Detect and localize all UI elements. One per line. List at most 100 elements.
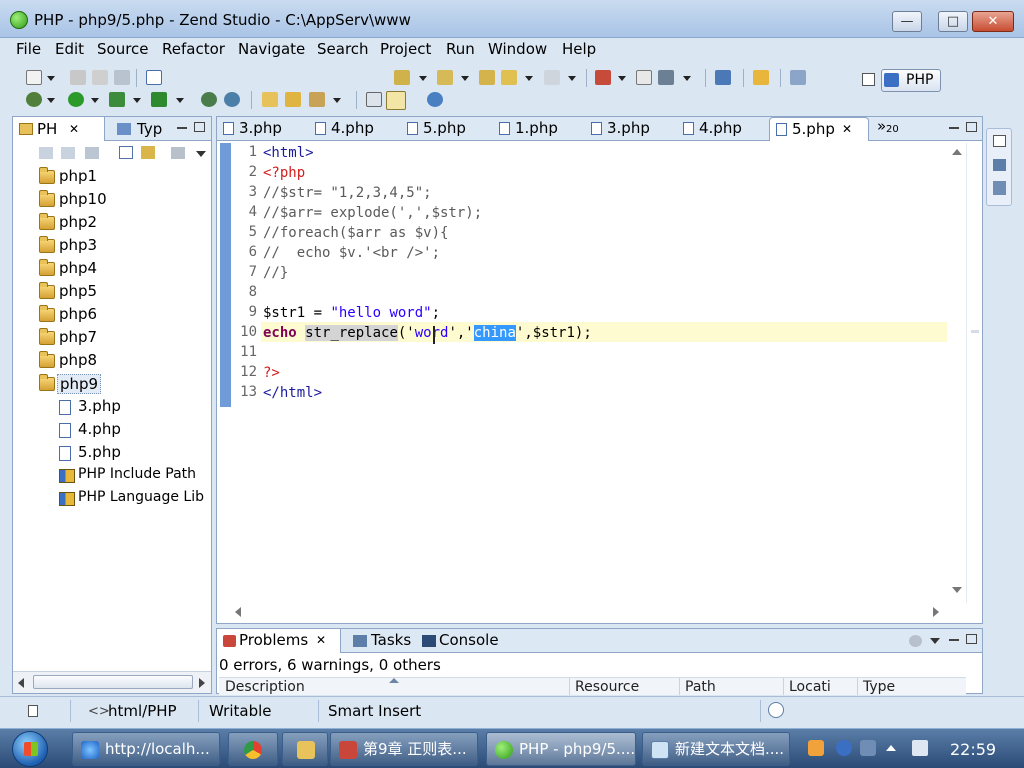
php-explorer-icon[interactable] [715,70,731,85]
code-line[interactable]: //foreach($arr as $v){ [263,223,448,243]
wand-icon[interactable] [309,92,325,107]
network-icon[interactable] [860,740,876,756]
editor-tab-label[interactable]: 5.php [423,119,466,137]
input-method-icon[interactable] [808,740,824,756]
minimize-button[interactable]: — [892,11,922,32]
toggle-outline-icon[interactable] [366,92,382,107]
debug-icon[interactable] [26,92,42,107]
bookmark-icon[interactable] [753,70,769,85]
overview-ruler[interactable] [966,143,982,603]
profile-dropdown-icon[interactable] [133,98,141,103]
editor-horizontal-scrollbar[interactable] [231,603,947,621]
column-path[interactable]: Path [685,679,716,695]
file-label[interactable]: 4.php [78,420,121,438]
next-annotation-icon[interactable] [394,70,410,85]
scroll-down-icon[interactable] [952,587,962,593]
tab-overflow-icon[interactable]: » [877,117,886,135]
project-label[interactable]: php3 [59,236,97,254]
code-line[interactable]: //} [263,263,288,283]
clock[interactable]: 22:59 [950,740,996,759]
menu-edit[interactable]: Edit [55,40,84,58]
run-icon[interactable] [68,92,84,107]
progress-icon[interactable] [768,702,784,718]
library-label[interactable]: PHP Language Lib [78,489,204,505]
project-label[interactable]: php2 [59,213,97,231]
column-type[interactable]: Type [863,679,895,695]
taskbar-item-explorer[interactable] [282,732,328,766]
pin-dropdown-icon[interactable] [618,76,626,81]
view-menu-icon[interactable] [196,151,206,157]
menu-project[interactable]: Project [380,40,431,58]
close-icon[interactable]: ✕ [316,629,326,653]
next-annotation-dropdown-icon[interactable] [419,76,427,81]
project-label[interactable]: php8 [59,351,97,369]
new-php-file-icon[interactable] [146,70,162,85]
maximize-button[interactable]: □ [938,11,968,32]
last-edit-icon[interactable] [479,70,495,85]
menu-source[interactable]: Source [97,40,149,58]
forward-icon[interactable] [544,70,560,85]
taskbar-item-notepad[interactable]: 新建文本文档.... [642,732,790,766]
previous-annotation-dropdown-icon[interactable] [461,76,469,81]
outline-icon[interactable] [993,159,1006,171]
editor-tab[interactable]: 4.php [309,117,399,141]
project-label[interactable]: php10 [59,190,107,208]
project-label[interactable]: php6 [59,305,97,323]
server-icon[interactable] [790,70,806,85]
new-dropdown-icon[interactable] [47,76,55,81]
close-icon[interactable]: ✕ [842,118,852,141]
debug-url-icon[interactable] [201,92,217,107]
maximize-view-icon[interactable] [966,634,977,644]
run-dropdown-icon[interactable] [91,98,99,103]
scroll-thumb[interactable] [33,675,193,689]
pin-icon[interactable] [595,70,611,85]
code-line[interactable]: //$str= "1,2,3,4,5"; [263,183,432,203]
menu-help[interactable]: Help [562,40,596,58]
column-description[interactable]: Description [225,679,305,695]
editor-tab-label[interactable]: 3.php [607,119,650,137]
code-line[interactable]: //$arr= explode(',',$str); [263,203,482,223]
minimize-view-icon[interactable] [177,127,187,129]
editor-tab-label[interactable]: 3.php [239,119,282,137]
file-label[interactable]: 3.php [78,397,121,415]
editor-tab-label[interactable]: 1.php [515,119,558,137]
editor-tab[interactable]: 4.php [677,117,767,141]
forward-icon[interactable] [61,147,75,159]
show-hidden-icons-icon[interactable] [886,745,896,751]
scroll-left-icon[interactable] [235,607,241,617]
editor-tab[interactable]: 3.php [217,117,307,141]
project-label[interactable]: php1 [59,167,97,185]
browser-icon[interactable] [427,92,443,107]
external-tools-dropdown-icon[interactable] [176,98,184,103]
column-separator[interactable] [783,678,784,695]
mark-occurrences-icon[interactable] [386,91,406,110]
menu-navigate[interactable]: Navigate [238,40,305,58]
selected-text[interactable]: china [473,325,516,341]
code-line[interactable]: </html> [263,383,322,403]
link-with-editor-icon[interactable] [141,146,155,159]
tab-tasks[interactable]: Tasks [371,629,411,653]
scroll-left-icon[interactable] [18,678,24,688]
editor-vertical-scrollbar[interactable] [948,143,966,603]
editor-tab[interactable]: 3.php [585,117,675,141]
help-icon[interactable] [836,740,852,756]
taskbar-item-browser[interactable]: http://localh... [72,732,220,766]
task-icon[interactable] [636,70,652,85]
code-line[interactable]: <?php [263,163,305,183]
run-url-icon[interactable] [224,92,240,107]
code-line[interactable]: ?> [263,363,280,383]
code-line-current[interactable]: echo str_replace('word','china',$str1); [263,323,592,343]
wand-dropdown-icon[interactable] [333,98,341,103]
save-all-icon[interactable] [92,70,108,85]
open-perspective-icon[interactable] [862,73,875,86]
tab-console[interactable]: Console [439,629,499,653]
column-separator[interactable] [857,678,858,695]
close-icon[interactable]: ✕ [69,122,79,136]
minimize-view-icon[interactable] [949,639,959,641]
print-icon[interactable] [114,70,130,85]
taskbar-item-zend-studio[interactable]: PHP - php9/5.... [486,732,636,766]
editor-tab-active[interactable]: 5.php ✕ [769,117,869,141]
filter-icon[interactable] [909,635,922,647]
external-tools-icon[interactable] [151,92,167,107]
column-separator[interactable] [679,678,680,695]
